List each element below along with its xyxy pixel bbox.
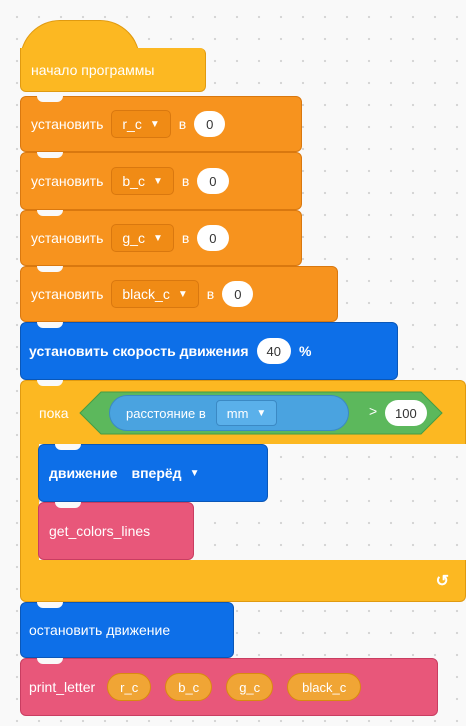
arg-g-c[interactable]: g_c [226, 673, 274, 701]
value-input[interactable]: 0 [194, 111, 226, 137]
value-input[interactable]: 0 [222, 281, 254, 307]
condition-boolean-block[interactable]: расстояние в mm ▼ > 100 [79, 391, 443, 435]
arg-b-c[interactable]: b_c [165, 673, 213, 701]
start-hat-block[interactable]: начало программы [20, 20, 206, 92]
threshold-input[interactable]: 100 [385, 400, 427, 426]
start-hat-body: начало программы [20, 48, 206, 92]
distance-sensor-reporter[interactable]: расстояние в mm ▼ [109, 395, 349, 431]
speed-input[interactable]: 40 [256, 338, 291, 364]
set-label: установить [31, 286, 104, 302]
to-label: в [206, 286, 215, 302]
get-colors-lines-block[interactable]: get_colors_lines [38, 502, 194, 560]
speed-label: установить скорость движения [29, 343, 249, 359]
direction-dropdown[interactable]: вперёд ▼ [131, 465, 199, 481]
arg-r-c[interactable]: r_c [107, 673, 152, 701]
variable-dropdown[interactable]: b_c ▼ [111, 167, 174, 195]
unit-dropdown[interactable]: mm ▼ [215, 400, 278, 426]
print-letter-label: print_letter [29, 679, 96, 695]
stop-movement-block[interactable]: остановить движение [20, 602, 234, 658]
percent-label: % [298, 343, 312, 359]
arg-black-c[interactable]: black_c [287, 673, 362, 701]
variable-dropdown[interactable]: black_c ▼ [111, 280, 199, 308]
chevron-down-icon: ▼ [152, 175, 163, 187]
greater-than-operator: > [369, 403, 378, 419]
while-loop-arm [20, 443, 39, 561]
move-label: движение [49, 465, 118, 481]
variable-dropdown[interactable]: g_c ▼ [111, 224, 174, 252]
while-label: пока [39, 404, 69, 421]
set-variable-block-3[interactable]: установить g_c ▼ в 0 [20, 210, 302, 266]
chevron-down-icon: ▼ [149, 118, 160, 130]
while-loop-header: пока расстояние в mm ▼ > 100 [20, 380, 466, 444]
value-input[interactable]: 0 [197, 168, 229, 194]
chevron-down-icon: ▼ [256, 407, 267, 419]
get-colors-label: get_colors_lines [49, 523, 151, 539]
set-speed-block[interactable]: установить скорость движения 40 % [20, 322, 398, 380]
variable-dropdown[interactable]: r_c ▼ [111, 110, 171, 138]
set-label: установить [31, 116, 104, 132]
chevron-down-icon: ▼ [189, 467, 200, 479]
stop-label: остановить движение [29, 622, 171, 638]
set-variable-block-1[interactable]: установить r_c ▼ в 0 [20, 96, 302, 152]
value-input[interactable]: 0 [197, 225, 229, 251]
to-label: в [181, 230, 190, 246]
set-variable-block-2[interactable]: установить b_c ▼ в 0 [20, 152, 302, 210]
chevron-down-icon: ▼ [177, 288, 188, 300]
loop-arrow-icon: ↺ [435, 572, 449, 590]
chevron-down-icon: ▼ [152, 232, 163, 244]
set-label: установить [31, 230, 104, 246]
while-loop-footer: ↺ [20, 560, 466, 602]
set-variable-block-4[interactable]: установить black_c ▼ в 0 [20, 266, 338, 322]
sensor-label: расстояние в [126, 405, 206, 421]
start-label: начало программы [31, 61, 155, 78]
move-forward-block[interactable]: движение вперёд ▼ [38, 444, 268, 502]
print-letter-block[interactable]: print_letter r_c b_c g_c black_c [20, 658, 438, 716]
to-label: в [181, 173, 190, 189]
set-label: установить [31, 173, 104, 189]
to-label: в [178, 116, 187, 132]
